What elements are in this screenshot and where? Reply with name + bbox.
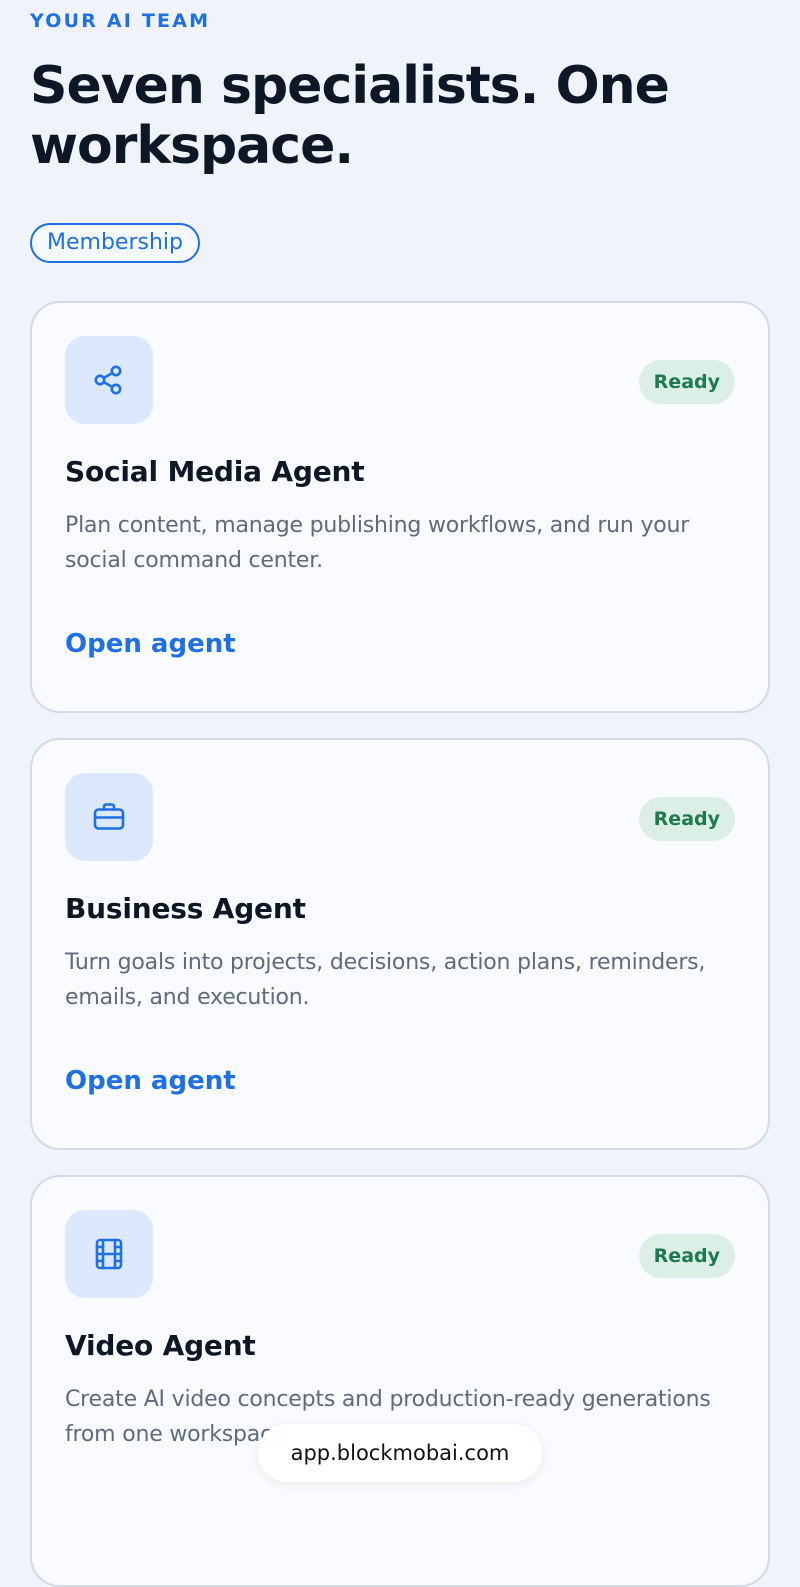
share-icon [65,336,153,424]
agent-title: Business Agent [65,892,306,925]
open-agent-link[interactable]: Open agent [65,629,236,659]
agent-description: Turn goals into projects, decisions, act… [65,950,706,1010]
briefcase-icon [65,773,153,861]
agent-card-video[interactable]: Ready Video Agent Create AI video concep… [30,1175,770,1587]
agent-title: Video Agent [65,1329,256,1362]
browser-url-bar[interactable]: app.blockmobai.com [258,1424,542,1482]
agent-description: Plan content, manage publishing workflow… [65,513,690,573]
membership-tag[interactable]: Membership [30,223,200,263]
agent-card-business[interactable]: Ready Business Agent Turn goals into pro… [30,738,770,1150]
section-eyebrow: YOUR AI TEAM [30,10,211,32]
status-badge: Ready [638,360,735,404]
open-agent-link[interactable]: Open agent [65,1066,236,1096]
status-badge: Ready [638,797,735,841]
agent-title: Social Media Agent [65,455,365,488]
film-icon [65,1210,153,1298]
page-title: Seven specialists. One workspace. [30,56,670,176]
agent-card-social-media[interactable]: Ready Social Media Agent Plan content, m… [30,301,770,713]
status-badge: Ready [638,1234,735,1278]
